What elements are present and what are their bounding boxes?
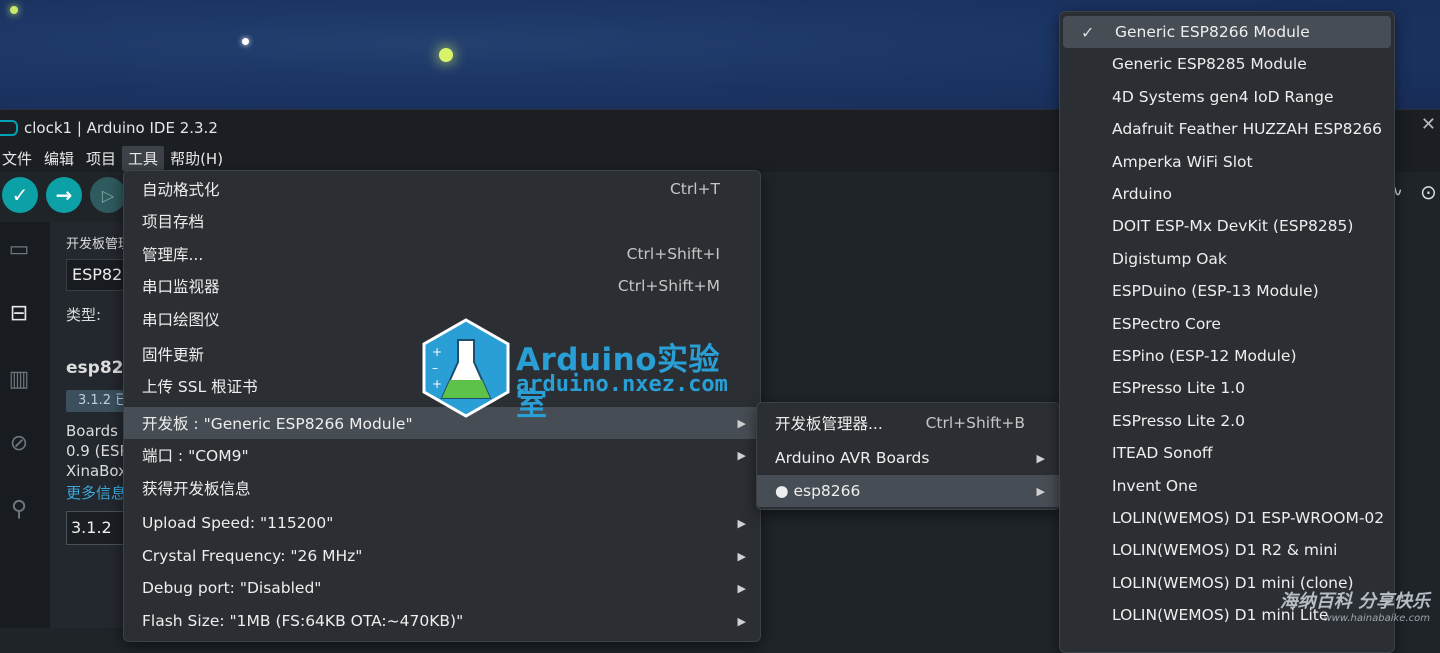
verify-button[interactable]: ✓ xyxy=(2,177,38,213)
board-option[interactable]: Invent One xyxy=(1060,470,1394,502)
checkmark-icon: ✓ xyxy=(1081,22,1095,42)
board-option[interactable]: Arduino xyxy=(1060,178,1394,210)
serial-monitor-icon[interactable]: ⊙ xyxy=(1420,180,1437,204)
menu-edit[interactable]: 编辑 xyxy=(38,146,80,171)
svg-text:+: + xyxy=(432,345,442,359)
menu-item-archive-sketch[interactable]: 项目存档 xyxy=(124,205,760,237)
board-option[interactable]: ESPDuino (ESP-13 Module) xyxy=(1060,275,1394,307)
panel-header: 开发板管理 xyxy=(66,237,132,252)
board-option[interactable]: DOIT ESP-Mx DevKit (ESP8285) xyxy=(1060,210,1394,242)
svg-text:+: + xyxy=(432,377,442,391)
menu-item-board-info[interactable]: 获得开发板信息 xyxy=(124,472,760,504)
board-option[interactable]: Amperka WiFi Slot xyxy=(1060,146,1394,178)
chevron-right-icon: ▶ xyxy=(737,614,746,628)
flask-logo-icon: + – + xyxy=(422,318,510,418)
description-line: 0.9 (ESP xyxy=(66,442,129,460)
folder-icon[interactable]: ▭ xyxy=(4,234,34,264)
description-line: XinaBox xyxy=(66,462,128,480)
menu-item-auto-format[interactable]: 自动格式化 Ctrl+T xyxy=(124,173,760,205)
board-option[interactable]: ESPectro Core xyxy=(1060,308,1394,340)
chevron-right-icon: ▶ xyxy=(737,581,746,595)
board-option[interactable]: Generic ESP8285 Module xyxy=(1060,48,1394,80)
watermark-subtitle: arduino.nxez.com xyxy=(516,372,728,397)
menu-file[interactable]: 文件 xyxy=(0,146,38,171)
menu-item-esp8266[interactable]: ● esp8266 ▶ xyxy=(757,475,1059,507)
chevron-right-icon: ▶ xyxy=(1036,451,1045,465)
menu-item-flash-size[interactable]: Flash Size: "1MB (FS:64KB OTA:~470KB)" ▶ xyxy=(124,605,760,637)
board-option[interactable]: Adafruit Feather HUZZAH ESP8266 xyxy=(1060,113,1394,145)
board-option[interactable]: LOLIN(WEMOS) D1 R2 & mini xyxy=(1060,534,1394,566)
menu-sketch[interactable]: 项目 xyxy=(80,146,122,171)
menu-item-upload-speed[interactable]: Upload Speed: "115200" ▶ xyxy=(124,507,760,539)
star-dot xyxy=(439,48,453,62)
board-submenu: 开发板管理器... Ctrl+Shift+B Arduino AVR Boards… xyxy=(756,402,1060,510)
upload-button[interactable]: → xyxy=(46,177,82,213)
chevron-right-icon: ▶ xyxy=(737,549,746,563)
chevron-right-icon: ▶ xyxy=(737,416,746,430)
activity-sidebar: ▭ ⊟ ▥ ⊘ ⚲ xyxy=(0,222,50,628)
menu-item-debug-port[interactable]: Debug port: "Disabled" ▶ xyxy=(124,572,760,604)
type-label: 类型: xyxy=(66,306,102,324)
site-watermark: 海纳百科 分享快乐 www.hainabaike.com xyxy=(1280,587,1430,624)
esp8266-boards-menu: ✓ Generic ESP8266 Module Generic ESP8285 … xyxy=(1059,11,1395,653)
chevron-right-icon: ▶ xyxy=(1036,484,1045,498)
arduino-logo-icon xyxy=(0,119,18,136)
site-watermark-en: www.hainabaike.com xyxy=(1323,613,1430,624)
menu-item-crystal-frequency[interactable]: Crystal Frequency: "26 MHz" ▶ xyxy=(124,540,760,572)
menu-help[interactable]: 帮助(H) xyxy=(164,146,229,171)
window-title: clock1 | Arduino IDE 2.3.2 xyxy=(24,118,218,137)
board-option[interactable]: 4D Systems gen4 IoD Range xyxy=(1060,81,1394,113)
menu-item-port[interactable]: 端口 : "COM9" ▶ xyxy=(124,439,760,471)
description-line: Boards i xyxy=(66,422,127,440)
debug-icon[interactable]: ⊘ xyxy=(4,428,34,458)
arduino-lab-watermark: + – + Arduino实验室 arduino.nxez.com xyxy=(420,318,730,423)
board-option[interactable]: ESPresso Lite 1.0 xyxy=(1060,372,1394,404)
board-option[interactable]: ITEAD Sonoff xyxy=(1060,437,1394,469)
menu-item-board-manager[interactable]: 开发板管理器... Ctrl+Shift+B xyxy=(757,407,1059,439)
menu-tools[interactable]: 工具 xyxy=(122,145,165,171)
star-dot xyxy=(242,38,249,45)
debug-button[interactable]: ▷ xyxy=(90,177,126,213)
close-icon[interactable]: ✕ xyxy=(1421,114,1436,135)
menu-item-manage-libraries[interactable]: 管理库... Ctrl+Shift+I xyxy=(124,238,760,270)
search-icon[interactable]: ⚲ xyxy=(4,494,34,524)
menu-item-serial-monitor[interactable]: 串口监视器 Ctrl+Shift+M xyxy=(124,270,760,302)
more-info-link[interactable]: 更多信息 xyxy=(66,482,126,503)
star-dot xyxy=(10,6,18,14)
board-option[interactable]: ✓ Generic ESP8266 Module xyxy=(1063,16,1391,48)
chevron-right-icon: ▶ xyxy=(737,448,746,462)
svg-text:–: – xyxy=(432,361,438,375)
menu-item-arduino-avr-boards[interactable]: Arduino AVR Boards ▶ xyxy=(757,442,1059,474)
board-option[interactable]: LOLIN(WEMOS) D1 ESP-WROOM-02 xyxy=(1060,502,1394,534)
board-option[interactable]: ESPresso Lite 2.0 xyxy=(1060,405,1394,437)
board-option[interactable]: Digistump Oak xyxy=(1060,243,1394,275)
library-icon[interactable]: ▥ xyxy=(4,364,34,394)
board-manager-icon[interactable]: ⊟ xyxy=(4,298,34,328)
chevron-right-icon: ▶ xyxy=(737,516,746,530)
site-watermark-cn: 海纳百科 分享快乐 xyxy=(1279,591,1430,612)
board-option[interactable]: ESPino (ESP-12 Module) xyxy=(1060,340,1394,372)
